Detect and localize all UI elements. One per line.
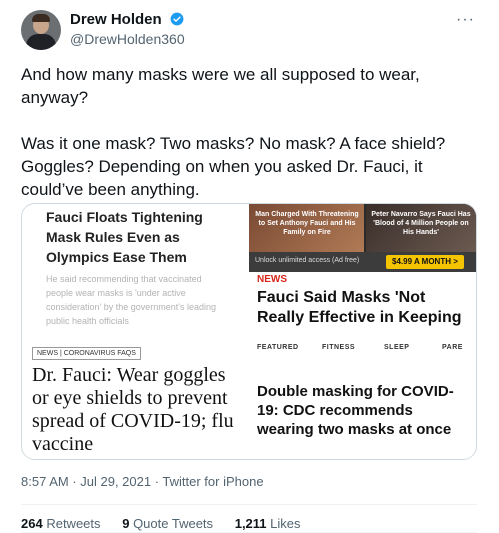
likes-count: 1,211 [234,516,267,531]
quote-tweets-count: 9 [122,516,130,531]
quote-tweets-stat[interactable]: 9 Quote Tweets [122,516,213,531]
tweet-stats: 264 Retweets 9 Quote Tweets 1,211 Likes [21,516,301,531]
panel6-nav-item: SLEEP [384,344,410,351]
panel6-nav-item: PARE [442,344,463,351]
subscribe-text: Unlock unlimited access (Ad free) [255,257,360,264]
media-panel-subscribe-bar: Unlock unlimited access (Ad free) $4.99 … [249,252,476,272]
panel2-badge: NEWS | CORONAVIRUS FAQS [32,347,141,360]
retweets-label: Retweets [46,516,101,531]
panel1-subtext: He said recommending that vaccinated peo… [46,274,217,326]
verified-badge-icon [170,12,184,26]
likes-stat[interactable]: 1,211 Likes [235,516,301,531]
tweet-media[interactable]: Fauci Floats Tightening Mask Rules Even … [21,203,477,460]
tweet-text: And how many masks were we all supposed … [21,65,446,199]
media-panel-abc: NEWS | CORONAVIRUS FAQS Dr. Fauci: Wear … [22,344,247,459]
subscribe-button: $4.99 A MONTH > [386,255,464,269]
tweet-timestamp[interactable]: 8:57 AM · Jul 29, 2021 · Twitter for iPh… [21,474,264,489]
panel5-tag: NEWS [257,274,287,285]
media-divider [247,204,249,459]
media-panel-health: FEATURED FITNESS SLEEP PARE Double maski… [249,340,476,459]
panel6-nav-item: FITNESS [322,344,356,351]
likes-label: Likes [270,516,301,531]
user-handle[interactable]: @DrewHolden360 [70,31,185,47]
panel5-headline: Fauci Said Masks 'Not Really Effective i… [257,289,462,326]
media-panel-news: NEWS Fauci Said Masks 'Not Really Effect… [249,272,476,340]
media-panel-thumbnails: Man Charged With Threatening to Set Anth… [249,204,476,252]
media-panel-wsj: Fauci Floats Tightening Mask Rules Even … [22,204,247,344]
retweets-stat[interactable]: 264 Retweets [21,516,101,531]
panel6-nav: FEATURED FITNESS SLEEP PARE [257,344,476,356]
panel6-nav-item: FEATURED [257,344,299,351]
avatar[interactable] [21,10,61,50]
thumbnail-caption: Peter Navarro Says Fauci Has 'Blood of 4… [371,211,471,236]
user-name[interactable]: Drew Holden [70,11,162,28]
panel2-headline: Dr. Fauci: Wear goggles or eye shields t… [32,364,234,455]
divider [21,504,477,505]
more-options-icon[interactable]: ··· [456,11,475,29]
quote-tweets-label: Quote Tweets [133,516,214,531]
panel1-headline: Fauci Floats Tightening Mask Rules Even … [46,209,203,265]
retweets-count: 264 [21,516,43,531]
panel6-headline: Double masking for COVID-19: CDC recomme… [257,383,454,438]
thumbnail-caption: Man Charged With Threatening to Set Anth… [255,211,359,236]
